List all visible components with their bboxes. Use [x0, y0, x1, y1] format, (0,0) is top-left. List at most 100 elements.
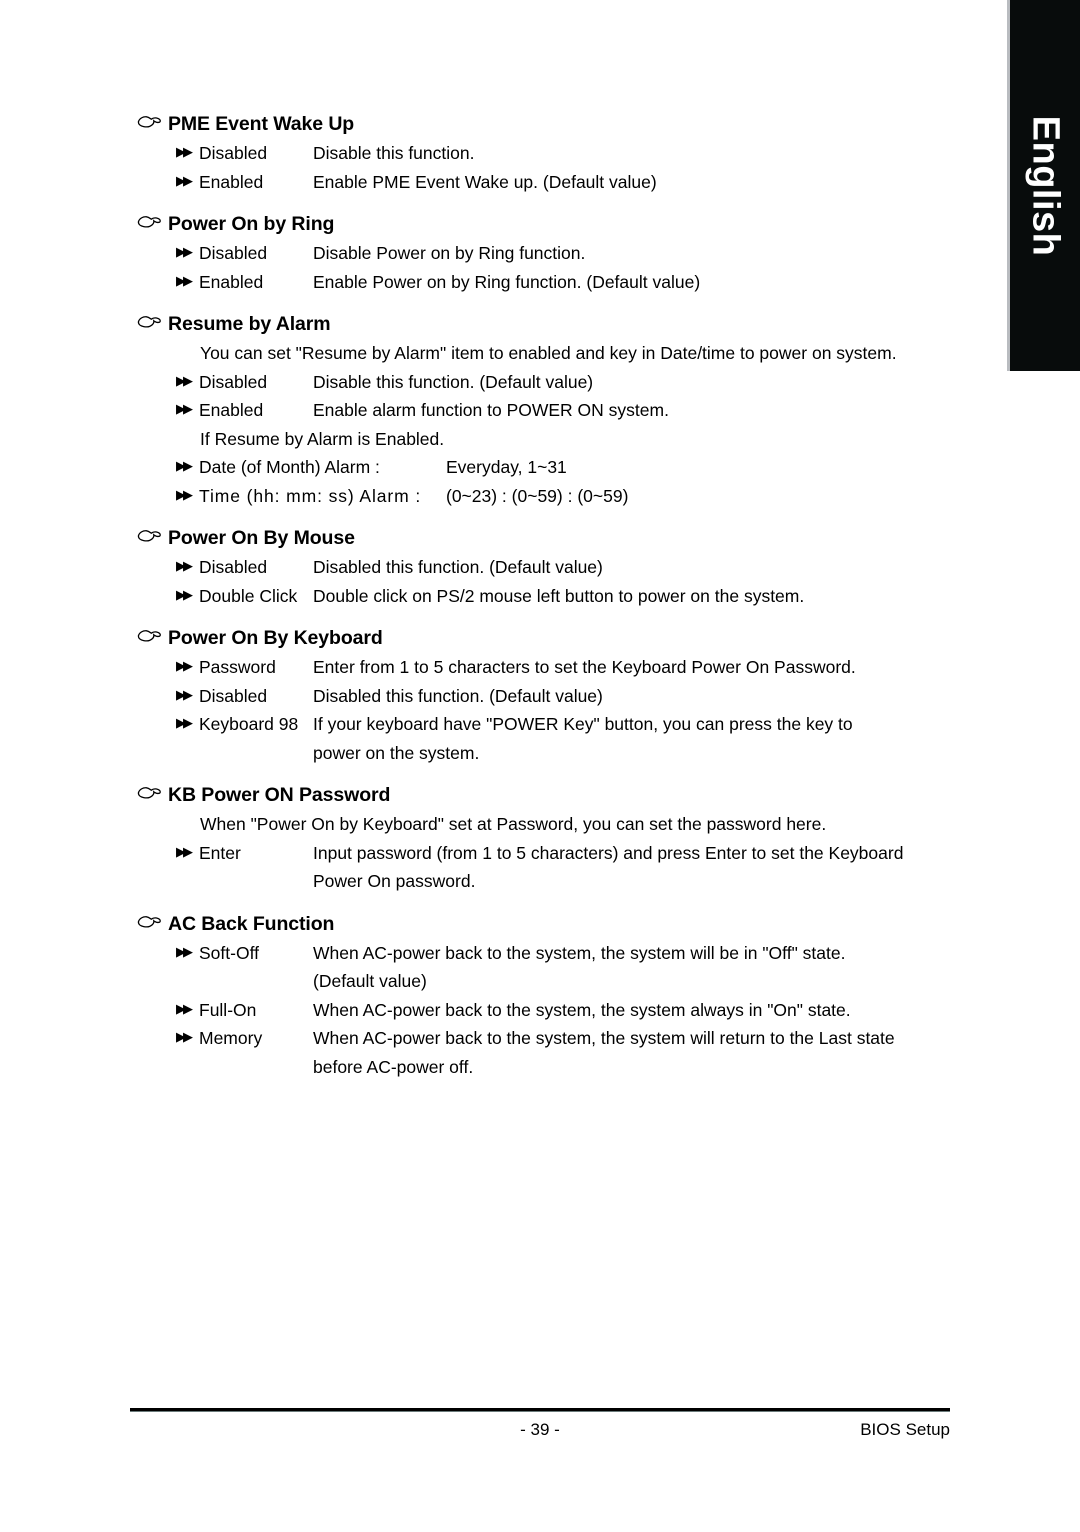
double-triangle-right-icon: ▶▶: [176, 943, 193, 959]
option-label: Memory: [199, 1028, 263, 1048]
section-title: Power On By Mouse: [168, 527, 355, 549]
option-row: ▶▶ Memory When AC-power back to the system…: [176, 1024, 951, 1081]
option-row: ▶▶ Enabled Enable PME Event Wake up. (Defa…: [176, 168, 951, 197]
double-triangle-right-icon: ▶▶: [176, 843, 193, 859]
double-triangle-right-icon: ▶▶: [176, 401, 193, 416]
manual-section: Power On by Ring ▶▶ Disabled Disable Power …: [136, 208, 951, 296]
option-label: Full-On: [199, 999, 257, 1020]
double-triangle-right-icon: ▶▶: [176, 244, 193, 259]
manual-section: Power On By Keyboard ▶▶ Password Enter from…: [136, 622, 951, 767]
section-heading: Power On By Mouse: [136, 522, 951, 551]
pointing-hand-icon: [136, 621, 168, 643]
option-row: ▶▶ Soft-Off When AC-power back to the syst…: [176, 939, 951, 996]
option-label: Disabled: [199, 243, 268, 263]
language-tab-english: English: [1007, 0, 1080, 371]
section-heading: Resume by Alarm: [136, 308, 951, 337]
option-label: Keyboard 98: [199, 714, 299, 734]
manual-section: KB Power ON Password When "Power On by Ke…: [136, 779, 951, 896]
language-tab-label: English: [1024, 115, 1067, 256]
pointing-hand-icon: [136, 778, 168, 800]
option-label: Disabled: [199, 557, 268, 577]
option-row: ▶▶ Time (hh: mm: ss) Alarm : (0~23) : (0~5…: [176, 482, 951, 511]
section-note: If Resume by Alarm is Enabled.: [200, 428, 445, 449]
option-row: ▶▶ Enabled Enable Power on by Ring functio…: [176, 268, 951, 297]
option-description-continued: Power On password.: [313, 871, 476, 891]
pointing-hand-icon: [136, 107, 168, 129]
option-row: ▶▶ Disabled Disable this function. (Defaul…: [176, 368, 951, 397]
option-row: ▶▶ Disabled Disabled this function. (Defau…: [176, 682, 951, 711]
option-label: Soft-Off: [199, 942, 259, 963]
option-label: Enter: [199, 842, 241, 863]
manual-body: PME Event Wake Up ▶▶ Disabled Disable this …: [136, 108, 951, 1081]
double-triangle-right-icon: ▶▶: [176, 458, 193, 473]
option-description-continued: (Default value): [313, 971, 427, 991]
section-title: PME Event Wake Up: [168, 113, 355, 135]
pointing-hand-icon: [136, 307, 168, 329]
double-triangle-right-icon: ▶▶: [176, 272, 193, 288]
option-row: ▶▶ Disabled Disable this function.: [176, 139, 951, 168]
manual-section: AC Back Function ▶▶ Soft-Off When AC-power …: [136, 908, 951, 1082]
option-description-continued: before AC-power off.: [313, 1056, 474, 1077]
option-description: (0~23) : (0~59) : (0~59): [446, 485, 629, 506]
option-label: Disabled: [199, 371, 268, 392]
option-description: Input password (from 1 to 5 characters) …: [313, 839, 951, 896]
option-label: Time (hh: mm: ss) Alarm :: [199, 485, 422, 506]
option-row: ▶▶ Date (of Month) Alarm : Everyday, 1~31: [176, 453, 951, 482]
double-triangle-right-icon: ▶▶: [176, 686, 193, 702]
option-row: ▶▶ Keyboard 98 If your keyboard have "POWE…: [176, 710, 951, 767]
option-label: Date (of Month) Alarm :: [199, 457, 380, 477]
option-label: Enabled: [199, 171, 264, 192]
option-row: ▶▶ Full-On When AC-power back to the syste…: [176, 996, 951, 1025]
double-triangle-right-icon: ▶▶: [176, 558, 193, 573]
double-triangle-right-icon: ▶▶: [176, 715, 193, 730]
option-description: When AC-power back to the system, the sy…: [313, 1024, 951, 1081]
option-description: Enable alarm function to POWER ON system…: [313, 400, 669, 420]
page-number: - 39 -: [520, 1420, 560, 1439]
option-row: ▶▶ Double Click Double click on PS/2 mouse…: [176, 582, 951, 611]
double-triangle-right-icon: ▶▶: [176, 486, 193, 502]
section-note: When "Power On by Keyboard" set at Passw…: [200, 814, 827, 834]
option-description: Disable Power on by Ring function.: [313, 243, 586, 263]
option-label: Enabled: [199, 271, 264, 292]
option-row: ▶▶ Password Enter from 1 to 5 characters t…: [176, 653, 951, 682]
section-title: KB Power ON Password: [168, 784, 391, 806]
option-label: Double Click: [199, 585, 298, 606]
pointing-hand-icon: [136, 907, 168, 929]
page-footer: - 39 - BIOS Setup: [130, 1408, 950, 1443]
section-title: Power On By Keyboard: [168, 627, 383, 649]
section-heading: Power On by Ring: [136, 208, 951, 237]
option-label: Enabled: [199, 400, 264, 420]
option-description: Enable PME Event Wake up. (Default value…: [313, 171, 657, 192]
option-description: Everyday, 1~31: [446, 457, 567, 477]
option-description: Disable this function. (Default value): [313, 371, 594, 392]
double-triangle-right-icon: ▶▶: [176, 586, 193, 602]
option-label: Disabled: [199, 685, 268, 706]
double-triangle-right-icon: ▶▶: [176, 144, 193, 159]
manual-section: Resume by Alarm You can set "Resume by Al…: [136, 308, 951, 510]
section-heading: KB Power ON Password: [136, 779, 951, 808]
option-description: When AC-power back to the system, the sy…: [313, 939, 951, 996]
double-triangle-right-icon: ▶▶: [176, 172, 193, 188]
footer-divider: [130, 1408, 950, 1412]
double-triangle-right-icon: ▶▶: [176, 372, 193, 388]
section-title: Resume by Alarm: [168, 313, 331, 335]
option-description: If your keyboard have "POWER Key" button…: [313, 710, 951, 767]
document-page: English PME Event Wake Up ▶▶ Disabled Disab…: [0, 0, 1080, 1532]
option-description: Disabled this function. (Default value): [313, 557, 603, 577]
option-description: Disabled this function. (Default value): [313, 685, 603, 706]
pointing-hand-icon: [136, 521, 168, 543]
option-label: Password: [199, 657, 276, 677]
pointing-hand-icon: [136, 207, 168, 229]
section-title: AC Back Function: [168, 912, 335, 935]
section-heading: PME Event Wake Up: [136, 108, 951, 137]
double-triangle-right-icon: ▶▶: [176, 1000, 193, 1016]
option-row: ▶▶ Disabled Disable Power on by Ring funct…: [176, 239, 951, 268]
section-note: You can set "Resume by Alarm" item to en…: [200, 343, 897, 363]
manual-section: Power On By Mouse ▶▶ Disabled Disabled this…: [136, 522, 951, 610]
section-title: Power On by Ring: [168, 213, 335, 235]
manual-section: PME Event Wake Up ▶▶ Disabled Disable this …: [136, 108, 951, 196]
option-row: ▶▶ Disabled Disabled this function. (Defau…: [176, 553, 951, 582]
option-row: ▶▶ Enter Input password (from 1 to 5 chara…: [176, 839, 951, 896]
option-description: Double click on PS/2 mouse left button t…: [313, 585, 805, 606]
option-description-continued: power on the system.: [313, 742, 480, 763]
